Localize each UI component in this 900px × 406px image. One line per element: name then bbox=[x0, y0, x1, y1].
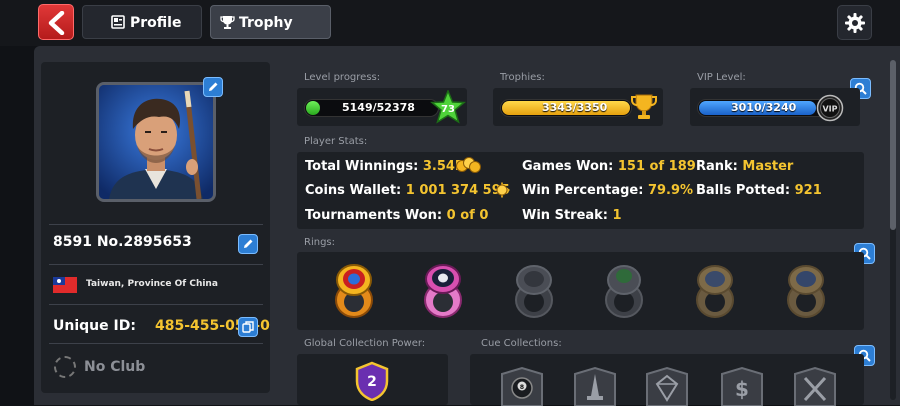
tournaments-won-label: Tournaments Won: bbox=[305, 208, 443, 223]
back-arrow-icon bbox=[48, 11, 65, 35]
divider bbox=[49, 343, 263, 344]
club-status: No Club bbox=[84, 359, 146, 375]
ring-4-icon[interactable] bbox=[598, 262, 650, 320]
player-stats-label: Player Stats: bbox=[304, 136, 368, 147]
coin-icon bbox=[494, 182, 510, 198]
games-won-label: Games Won: bbox=[522, 159, 614, 174]
tab-profile-label: Profile bbox=[130, 15, 182, 31]
ring-1-icon[interactable] bbox=[328, 262, 380, 320]
level-star-icon: 73 bbox=[430, 90, 466, 124]
rings-label: Rings: bbox=[304, 237, 335, 248]
rank-label: Rank: bbox=[696, 159, 738, 174]
pencil-icon bbox=[209, 82, 218, 91]
edit-avatar-button[interactable] bbox=[203, 77, 223, 97]
collection-power-shield-icon: 2 bbox=[355, 361, 389, 401]
level-progress-fill bbox=[306, 101, 320, 115]
balls-potted-label: Balls Potted: bbox=[696, 183, 791, 198]
balls-potted-stat: Balls Potted: 921 bbox=[696, 183, 822, 198]
eight-ball-collection-icon[interactable]: 8 bbox=[496, 366, 548, 406]
svg-text:8: 8 bbox=[520, 384, 524, 391]
level-number: 73 bbox=[441, 104, 455, 115]
unique-id-label: Unique ID: bbox=[53, 318, 136, 334]
rank-stat: Rank: Master bbox=[696, 159, 793, 174]
money-collection-icon[interactable]: $ bbox=[716, 366, 768, 406]
landmark-collection-icon[interactable] bbox=[569, 366, 621, 406]
coins-wallet-label: Coins Wallet: bbox=[305, 183, 402, 198]
back-button[interactable] bbox=[38, 4, 74, 40]
global-collection-power-label: Global Collection Power: bbox=[304, 338, 426, 349]
vip-value: 3010/3240 bbox=[731, 101, 797, 114]
win-percentage-value: 79.9% bbox=[647, 183, 694, 198]
vip-badge-text: VIP bbox=[822, 105, 837, 114]
gem-collection-icon[interactable] bbox=[641, 366, 693, 406]
balls-potted-value: 921 bbox=[794, 183, 822, 198]
swords-collection-icon[interactable] bbox=[789, 366, 841, 406]
ring-5-icon[interactable] bbox=[689, 262, 741, 320]
svg-text:$: $ bbox=[735, 377, 749, 401]
win-streak-stat: Win Streak: 1 bbox=[522, 208, 622, 223]
country-name: Taiwan, Province Of China bbox=[86, 279, 218, 289]
tournaments-won-value: 0 of 0 bbox=[446, 208, 489, 223]
club-placeholder-icon bbox=[54, 356, 76, 378]
gold-trophy-icon bbox=[631, 94, 657, 119]
divider bbox=[49, 264, 263, 265]
total-winnings-stat: Total Winnings: 3.54B bbox=[305, 159, 465, 174]
ring-6-icon[interactable] bbox=[780, 262, 832, 320]
country-flag-icon bbox=[53, 277, 77, 293]
tab-trophy-road[interactable]: Trophy Road bbox=[210, 5, 331, 65]
level-progress-value: 5149/52378 bbox=[342, 101, 415, 114]
coin-stack-icon bbox=[456, 157, 481, 173]
trophy-icon bbox=[220, 16, 235, 29]
collection-power-value: 2 bbox=[367, 374, 377, 390]
level-progress-label: Level progress: bbox=[304, 72, 381, 83]
rank-value: Master bbox=[742, 159, 794, 174]
pencil-icon bbox=[244, 239, 253, 248]
cue-collections-label: Cue Collections: bbox=[481, 338, 562, 349]
player-avatar bbox=[96, 82, 216, 202]
coins-wallet-stat: Coins Wallet: 1 001 374 595 bbox=[305, 183, 510, 198]
divider bbox=[49, 304, 263, 305]
win-streak-value: 1 bbox=[612, 208, 622, 223]
player-name: 8591 No.2895653 bbox=[53, 234, 192, 250]
divider bbox=[49, 224, 263, 225]
trophies-label: Trophies: bbox=[500, 72, 545, 83]
scrollbar-thumb[interactable] bbox=[890, 60, 896, 230]
tournaments-won-stat: Tournaments Won: 0 of 0 bbox=[305, 208, 488, 223]
scrollbar[interactable] bbox=[890, 60, 896, 400]
vip-level-label: VIP Level: bbox=[697, 72, 746, 83]
tab-profile[interactable]: Profile bbox=[82, 5, 202, 39]
gear-icon bbox=[845, 13, 865, 33]
win-streak-label: Win Streak: bbox=[522, 208, 608, 223]
profile-card-icon bbox=[111, 15, 125, 29]
games-won-stat: Games Won: 151 of 189 bbox=[522, 159, 696, 174]
win-percentage-stat: Win Percentage: 79.9% bbox=[522, 183, 693, 198]
copy-id-button[interactable] bbox=[238, 317, 258, 337]
total-winnings-label: Total Winnings: bbox=[305, 159, 419, 174]
trophies-value: 3343/3350 bbox=[542, 101, 608, 114]
copy-icon bbox=[242, 321, 254, 333]
rings-box bbox=[297, 252, 864, 330]
edit-name-button[interactable] bbox=[238, 234, 258, 254]
vip-badge-icon: VIP bbox=[816, 94, 844, 122]
settings-button[interactable] bbox=[837, 5, 872, 40]
ring-2-icon[interactable] bbox=[417, 262, 469, 320]
ring-3-icon[interactable] bbox=[508, 262, 560, 320]
games-won-value: 151 of 189 bbox=[617, 159, 696, 174]
win-percentage-label: Win Percentage: bbox=[522, 183, 644, 198]
